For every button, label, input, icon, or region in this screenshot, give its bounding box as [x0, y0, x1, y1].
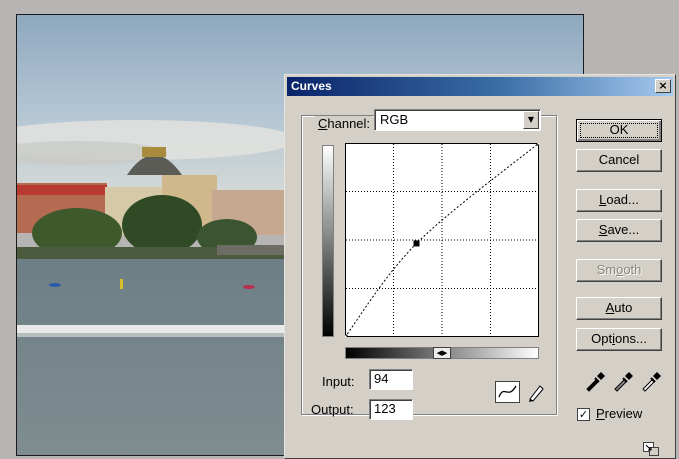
curve-point[interactable]: [345, 334, 348, 337]
dialog-title: Curves: [291, 79, 332, 93]
auto-button[interactable]: Auto: [576, 297, 662, 320]
input-field[interactable]: 94: [369, 369, 413, 390]
curve-graph[interactable]: [345, 143, 539, 337]
resize-icon[interactable]: [643, 442, 659, 456]
smooth-button[interactable]: Smooth: [576, 259, 662, 282]
channel-value: RGB: [380, 112, 409, 127]
output-gradient-bar: [322, 145, 334, 337]
channel-label: Channel:: [315, 116, 374, 131]
preview-label[interactable]: Preview: [596, 406, 642, 421]
curve-point[interactable]: [536, 143, 539, 146]
chevron-down-icon[interactable]: ▼: [523, 111, 539, 129]
output-field[interactable]: 123: [369, 399, 413, 420]
load-button[interactable]: Load...: [576, 189, 662, 212]
curve-tool-icon[interactable]: [495, 381, 520, 403]
selected-curve-point[interactable]: [413, 240, 420, 247]
cancel-button[interactable]: Cancel: [576, 149, 662, 172]
save-button[interactable]: Save...: [576, 219, 662, 242]
eyedropper-black-icon[interactable]: [583, 370, 607, 392]
preview-checkbox[interactable]: ✓: [577, 408, 590, 421]
close-button[interactable]: ×: [655, 79, 671, 93]
dialog-titlebar[interactable]: Curves ×: [287, 77, 673, 96]
eyedropper-gray-icon[interactable]: [611, 370, 635, 392]
channel-select[interactable]: RGB ▼: [374, 109, 541, 131]
eyedropper-white-icon[interactable]: [639, 370, 663, 392]
ok-button[interactable]: OK: [576, 119, 662, 142]
options-button[interactable]: Options...: [576, 328, 662, 351]
close-icon: ×: [658, 79, 668, 92]
curves-dialog: Curves × Channel: RGB ▼ ◀▶ Input: 94 Out…: [284, 74, 676, 459]
gradient-toggle-button[interactable]: ◀▶: [433, 347, 451, 359]
input-label: Input:: [322, 374, 355, 389]
pencil-tool-icon[interactable]: [525, 381, 547, 403]
output-label: Output:: [311, 402, 354, 417]
